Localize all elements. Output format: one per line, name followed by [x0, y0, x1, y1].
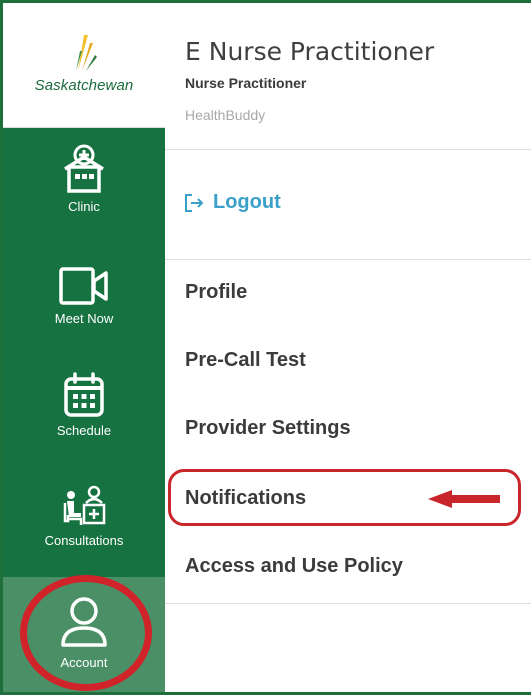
sidebar-item-meet-now[interactable]: Meet Now	[3, 265, 165, 326]
menu-item-provider-settings[interactable]: Provider Settings	[185, 417, 351, 440]
menu-item-profile[interactable]: Profile	[185, 281, 247, 304]
calendar-icon	[64, 372, 104, 417]
logout-button[interactable]: Logout	[183, 191, 281, 214]
logout-icon	[185, 193, 203, 212]
divider	[165, 149, 531, 150]
logo-text: Saskatchewan	[34, 77, 134, 94]
clinic-icon	[64, 144, 104, 193]
wheat-logo-icon	[76, 35, 97, 71]
user-role: Nurse Practitioner	[185, 75, 307, 91]
sidebar-item-label: Meet Now	[54, 311, 114, 326]
divider	[165, 603, 531, 604]
account-panel: E Nurse Practitioner Nurse Practitioner …	[165, 3, 531, 692]
sidebar-item-consultations[interactable]: Consultations	[3, 485, 165, 548]
highlight-account	[20, 575, 152, 691]
sidebar-item-label: Consultations	[44, 533, 124, 548]
logo: Saskatchewan	[3, 3, 165, 128]
sidebar-item-clinic[interactable]: Clinic	[3, 143, 165, 214]
consultations-icon	[63, 485, 106, 525]
sidebar-item-label: Schedule	[56, 423, 112, 438]
app-name: HealthBuddy	[185, 107, 266, 123]
video-camera-icon	[59, 267, 108, 305]
menu-item-pre-call-test[interactable]: Pre-Call Test	[185, 349, 306, 372]
divider	[165, 259, 531, 260]
sidebar-item-label: Clinic	[68, 199, 100, 214]
logout-label: Logout	[213, 191, 281, 213]
sidebar-item-schedule[interactable]: Schedule	[3, 371, 165, 438]
arrow-left-icon	[428, 490, 500, 508]
user-name: E Nurse Practitioner	[185, 37, 435, 66]
menu-item-access-and-use-policy[interactable]: Access and Use Policy	[185, 555, 403, 578]
